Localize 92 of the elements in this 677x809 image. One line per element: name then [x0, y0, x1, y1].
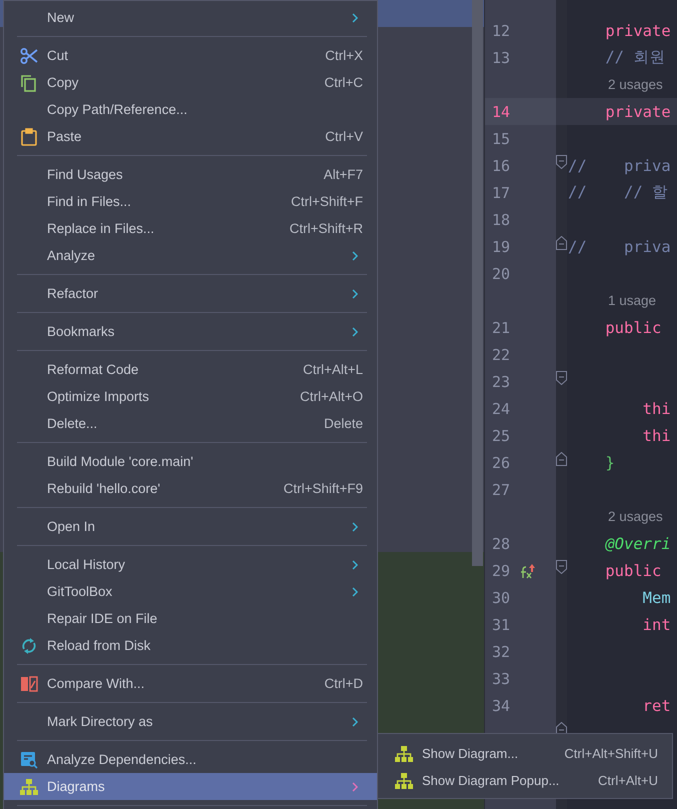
menu-item[interactable]: Open In [4, 513, 377, 540]
reload-icon [20, 636, 38, 654]
code-text: // priva [568, 238, 671, 256]
line-number: 16 [492, 156, 512, 174]
line-number: 28 [492, 534, 512, 552]
gutter-marker-icon[interactable] [520, 562, 536, 578]
menu-item[interactable]: Reload from Disk [4, 632, 377, 659]
shortcut-text: Ctrl+X [325, 48, 363, 63]
menu-item[interactable]: GitToolBox [4, 578, 377, 605]
menu-item[interactable]: Show Diagram... Ctrl+Alt+Shift+U [378, 740, 672, 767]
menu-item[interactable]: Show Diagram Popup... Ctrl+Alt+U [378, 767, 672, 794]
menu-item[interactable]: Repair IDE on File [4, 605, 377, 632]
menu-item[interactable]: Rebuild 'hello.core' Ctrl+Shift+F9 [4, 475, 377, 502]
code-text: thi [642, 400, 671, 418]
shortcut-text: Ctrl+Alt+O [300, 389, 363, 404]
usage-hint[interactable]: 1 usage [608, 293, 656, 308]
line-number: 22 [492, 346, 512, 364]
scissors-icon [20, 46, 38, 64]
menu-item[interactable]: Build Module 'core.main' [4, 448, 377, 475]
line-number: 25 [492, 426, 512, 444]
shortcut-text: Ctrl+Alt+L [302, 362, 363, 377]
menu-item[interactable]: Analyze [4, 242, 377, 269]
menu-item[interactable]: Replace in Files... Ctrl+Shift+R [4, 215, 377, 242]
hierarchy-icon [395, 772, 413, 788]
shortcut-text: Ctrl+Shift+F [290, 194, 363, 209]
menu-item[interactable]: Bookmarks [4, 318, 377, 345]
shortcut-text: Ctrl+D [324, 676, 363, 691]
menu-item[interactable]: Local History [4, 551, 377, 578]
copy-icon [20, 74, 38, 92]
shortcut-text: Ctrl+Shift+R [289, 221, 363, 236]
line-number: 14 [492, 102, 512, 120]
code-text: // 회원 [604, 47, 666, 68]
menu-item[interactable]: Analyze Dependencies... [4, 746, 377, 773]
menu-item[interactable]: Delete... Delete [4, 410, 377, 437]
shortcut-text: Ctrl+Shift+F9 [283, 481, 363, 496]
menu-item[interactable]: Copy Ctrl+C [4, 69, 377, 96]
menu-item[interactable]: Paste Ctrl+V [4, 123, 377, 150]
menu-item[interactable]: Diagrams [4, 773, 377, 800]
code-text: public [604, 318, 662, 336]
code-text: private [604, 22, 671, 40]
shortcut-text: Delete [324, 416, 363, 431]
shortcut-text: Ctrl+Alt+Shift+U [564, 746, 658, 761]
menu-item[interactable]: Mark Directory as [4, 708, 377, 735]
line-number: 21 [492, 318, 512, 336]
menu-item[interactable]: Reformat Code Ctrl+Alt+L [4, 356, 377, 383]
line-number: 13 [492, 48, 512, 66]
menu-item[interactable]: Refactor [4, 280, 377, 307]
code-text: ret [642, 696, 671, 714]
menu-item[interactable]: Optimize Imports Ctrl+Alt+O [4, 383, 377, 410]
code-text: @Overri [604, 534, 671, 552]
line-number: 26 [492, 454, 512, 472]
line-number: 27 [492, 480, 512, 498]
line-number: 24 [492, 400, 512, 418]
line-number: 12 [492, 22, 512, 40]
scrollbar-thumb[interactable] [472, 0, 483, 566]
menu-item[interactable]: New [4, 4, 377, 31]
hierarchy-icon [395, 746, 413, 762]
line-number: 29 [492, 562, 512, 580]
usage-hint[interactable]: 2 usages [608, 77, 663, 92]
code-text: thi [642, 426, 671, 444]
menu-item[interactable]: Compare With... Ctrl+D [4, 670, 377, 697]
hierarchy-icon [20, 778, 38, 794]
code-text: private [604, 102, 671, 120]
menu-item[interactable]: Copy Path/Reference... [4, 96, 377, 123]
shortcut-text: Alt+F7 [324, 167, 363, 182]
shortcut-text: Ctrl+C [324, 75, 363, 90]
menu-item[interactable]: Find Usages Alt+F7 [4, 161, 377, 188]
code-text: } [604, 454, 615, 472]
usage-hint[interactable]: 2 usages [608, 509, 663, 524]
line-number: 19 [492, 238, 512, 256]
line-number: 23 [492, 372, 512, 390]
line-number: 30 [492, 588, 512, 606]
magnifier-document-icon [20, 750, 38, 768]
line-number: 34 [492, 696, 512, 714]
code-text: // priva [568, 156, 671, 174]
menu-item[interactable]: Find in Files... Ctrl+Shift+F [4, 188, 377, 215]
line-number: 17 [492, 184, 512, 202]
line-number: 15 [492, 130, 512, 148]
line-number: 31 [492, 616, 512, 634]
code-text: // // 할 [568, 182, 668, 203]
line-number: 18 [492, 210, 512, 228]
clipboard-icon [20, 128, 38, 146]
code-text: Mem [642, 588, 671, 606]
code-text: public [604, 562, 662, 580]
code-text: int [642, 616, 671, 634]
shortcut-text: Ctrl+Alt+U [598, 773, 658, 788]
line-number: 20 [492, 264, 512, 282]
line-number: 33 [492, 670, 512, 688]
compare-icon [20, 674, 38, 692]
menu-item[interactable]: Cut Ctrl+X [4, 42, 377, 69]
shortcut-text: Ctrl+V [325, 129, 363, 144]
line-number: 32 [492, 642, 512, 660]
